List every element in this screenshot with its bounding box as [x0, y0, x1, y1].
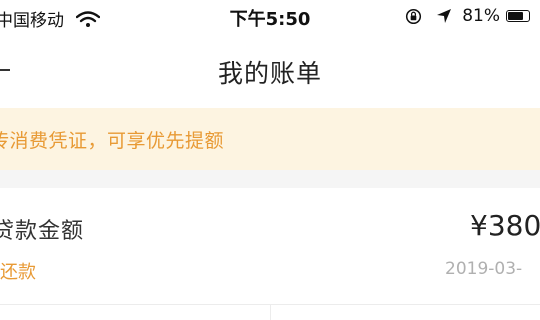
notice-text: 传消费凭证，可享优先提额 [0, 130, 225, 152]
rotation-lock-icon [406, 8, 422, 24]
location-icon [437, 9, 452, 23]
bill-amount: ¥380 [470, 209, 540, 242]
battery-percent: 81% [462, 6, 500, 26]
notice-banner[interactable]: 传消费凭证，可享优先提额 [0, 108, 540, 170]
status-right: 81% [405, 6, 530, 26]
app-screen: 中国移动 下午5:50 81% 我的账单 传消费凭证，可享优先提额 贷款金额 ¥… [0, 0, 540, 320]
bill-date: 2019-03- [445, 259, 523, 279]
battery-icon [506, 10, 530, 22]
status-bar: 中国移动 下午5:50 81% [0, 0, 540, 36]
divider-vertical [270, 305, 271, 320]
bill-label: 贷款金额 [0, 219, 85, 244]
page-title: 我的账单 [217, 59, 322, 88]
battery-fill [508, 12, 523, 20]
bill-status: 还款 [0, 262, 36, 283]
bill-card[interactable]: 贷款金额 ¥380 还款 2019-03- [0, 188, 540, 320]
section-gap [0, 170, 540, 188]
nav-bar: 我的账单 [0, 36, 540, 108]
